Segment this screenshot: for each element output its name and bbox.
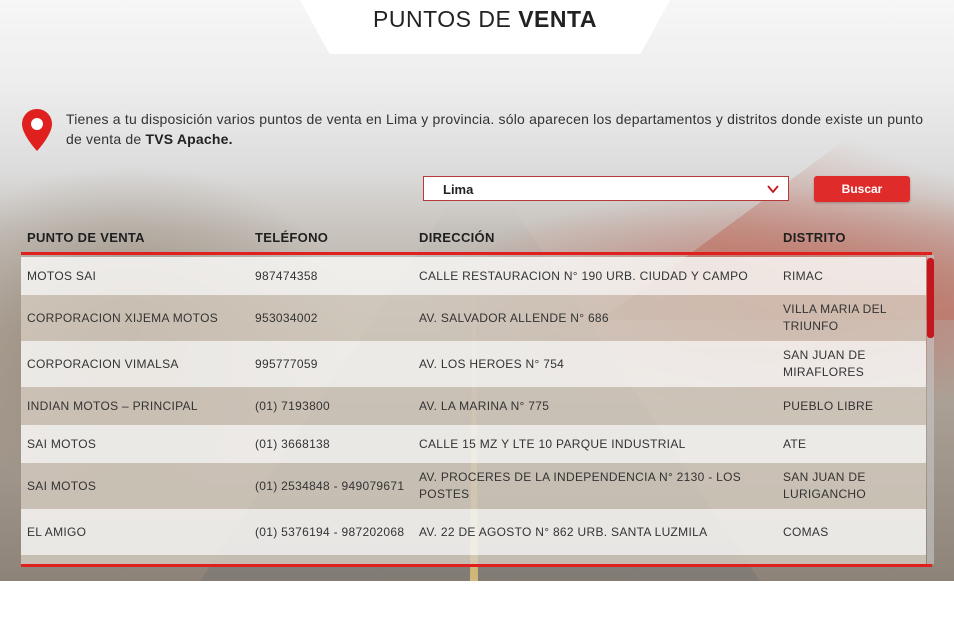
cell-direccion: AV. PROCERES DE LA INDEPENDENCIA N° 2130… <box>419 470 742 501</box>
cell-telefono: (01) 3668138 <box>255 436 330 451</box>
department-select[interactable]: Lima <box>423 176 789 201</box>
cell-punto-de-venta: MOTOS SAI <box>27 268 97 283</box>
cell-distrito: SAN JUAN DE MIRAFLORES <box>783 348 866 379</box>
table-row: SAI MOTOS (01) 3668138 CALLE 15 MZ Y LTE… <box>21 425 926 463</box>
cell-distrito: VILLA MARIA DEL TRIUNFO <box>783 302 887 333</box>
location-pin-icon <box>22 109 52 151</box>
cell-punto-de-venta: INDIAN MOTOS – PRINCIPAL <box>27 398 198 413</box>
table-row: CORPORACION XIJEMA MOTOS 953034002 AV. S… <box>21 295 926 341</box>
cell-punto-de-venta: CORPORACION VIMALSA <box>27 356 179 371</box>
table-row: SAI MOTOS (01) 2534848 - 949079671 AV. P… <box>21 463 926 509</box>
department-select-value: Lima <box>443 182 474 197</box>
page-title-bold: VENTA <box>518 6 597 32</box>
cell-distrito: RIMAC <box>783 268 824 283</box>
table-row: EL AMIGO (01) 5376194 - 987202068 AV. 22… <box>21 509 926 555</box>
column-header-direccion: DIRECCIÓN <box>419 230 495 245</box>
table-row: CORPORACION VIMALSA 995777059 AV. LOS HE… <box>21 341 926 387</box>
cell-direccion: AV. LA MARINA N° 775 <box>419 398 550 413</box>
table-scrollbar-thumb[interactable] <box>927 258 934 338</box>
cell-telefono: (01) 7193800 <box>255 398 330 413</box>
cell-distrito: COMAS <box>783 524 829 539</box>
cell-telefono: 995777059 <box>255 356 318 371</box>
page-title: PUNTOS DE VENTA <box>300 6 670 33</box>
intro-text: Tienes a tu disposición varios puntos de… <box>66 109 926 149</box>
cell-direccion: CALLE RESTAURACION N° 190 URB. CIUDAD Y … <box>419 268 749 283</box>
cell-punto-de-venta: SAI MOTOS <box>27 436 97 451</box>
table-row-partial <box>21 555 926 564</box>
search-button[interactable]: Buscar <box>814 176 910 202</box>
cell-direccion: CALLE 15 MZ Y LTE 10 PARQUE INDUSTRIAL <box>419 436 686 451</box>
cell-telefono: (01) 2534848 - 949079671 <box>255 478 405 493</box>
cell-direccion: AV. 22 DE AGOSTO N° 862 URB. SANTA LUZMI… <box>419 524 708 539</box>
column-header-distrito: DISTRITO <box>783 230 846 245</box>
intro-brand: TVS Apache. <box>145 131 233 147</box>
cell-telefono: 987474358 <box>255 268 318 283</box>
cell-distrito: ATE <box>783 436 807 451</box>
page-title-light: PUNTOS DE <box>373 6 519 32</box>
cell-telefono: (01) 5376194 - 987202068 <box>255 524 405 539</box>
cell-distrito: PUEBLO LIBRE <box>783 398 874 413</box>
cell-direccion: AV. LOS HEROES N° 754 <box>419 356 565 371</box>
cell-direccion: AV. SALVADOR ALLENDE N° 686 <box>419 310 609 325</box>
column-header-telefono: TELÉFONO <box>255 230 329 245</box>
table-row: MOTOS SAI 987474358 CALLE RESTAURACION N… <box>21 257 926 295</box>
cell-punto-de-venta: CORPORACION XIJEMA MOTOS <box>27 310 219 325</box>
cell-distrito: SAN JUAN DE LURIGANCHO <box>783 470 867 501</box>
cell-punto-de-venta: EL AMIGO <box>27 524 87 539</box>
cell-punto-de-venta: SAI MOTOS <box>27 478 97 493</box>
points-of-sale-table: MOTOS SAI 987474358 CALLE RESTAURACION N… <box>21 252 932 567</box>
table-row: INDIAN MOTOS – PRINCIPAL (01) 7193800 AV… <box>21 387 926 425</box>
cell-telefono: 953034002 <box>255 310 318 325</box>
column-header-punto-de-venta: PUNTO DE VENTA <box>27 230 145 245</box>
chevron-down-icon <box>767 185 779 194</box>
